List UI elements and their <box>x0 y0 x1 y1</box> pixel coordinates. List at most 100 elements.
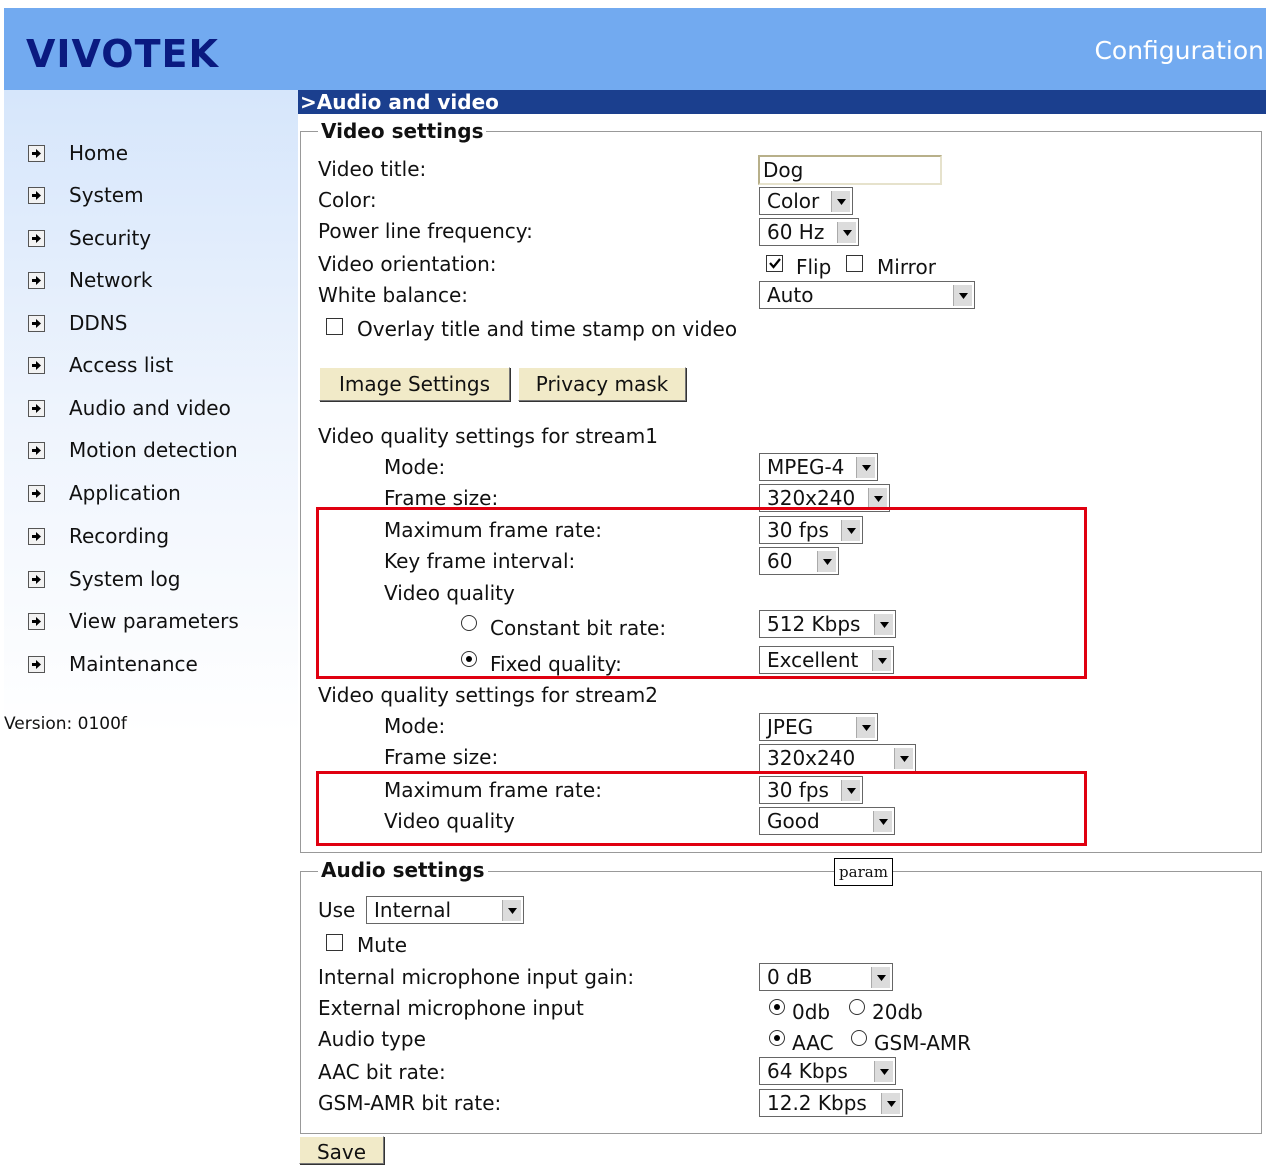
sidebar-item-label: Security <box>69 226 152 250</box>
sidebar-item-label: DDNS <box>69 311 128 335</box>
gsm-bitrate-label: GSM-AMR bit rate: <box>318 1091 502 1115</box>
arrow-right-icon <box>28 399 45 417</box>
use-select[interactable]: Internal <box>366 896 524 924</box>
sidebar-item-label: Motion detection <box>69 438 238 462</box>
stream2-frame-size-value: 320x240 <box>767 746 856 770</box>
sidebar-item-recording[interactable]: Recording <box>28 519 169 553</box>
white-balance-select-value: Auto <box>767 283 814 307</box>
param-box: param <box>834 858 893 886</box>
sidebar-item-label: Network <box>69 268 153 292</box>
video-title-input[interactable]: Dog <box>758 155 942 185</box>
sidebar-item-view-parameters[interactable]: View parameters <box>28 604 239 638</box>
arrow-right-icon <box>28 570 45 588</box>
ext-mic-20db-radio[interactable] <box>849 999 865 1015</box>
stream1-mode-value: MPEG-4 <box>767 455 845 479</box>
arrow-right-icon <box>28 186 45 204</box>
sidebar-item-application[interactable]: Application <box>28 476 181 510</box>
color-select-value: Color <box>767 189 820 213</box>
ext-mic-20db-label: 20db <box>872 1000 923 1024</box>
chevron-down-icon <box>871 967 890 988</box>
color-select[interactable]: Color <box>759 187 853 215</box>
audio-type-gsm-label: GSM-AMR <box>874 1031 972 1055</box>
flip-label: Flip <box>796 255 832 279</box>
power-line-select[interactable]: 60 Hz <box>759 218 859 246</box>
sidebar-item-maintenance[interactable]: Maintenance <box>28 647 198 681</box>
sidebar-item-network[interactable]: Network <box>28 263 153 297</box>
overlay-checkbox[interactable] <box>326 318 343 335</box>
audio-settings-legend: Audio settings <box>318 858 488 882</box>
arrow-right-icon <box>28 655 45 673</box>
ext-mic-0db-radio[interactable] <box>769 999 785 1015</box>
sidebar-item-label: Maintenance <box>69 652 198 676</box>
privacy-mask-button[interactable]: Privacy mask <box>518 367 686 401</box>
chevron-down-icon <box>874 1061 893 1082</box>
sidebar-item-access-list[interactable]: Access list <box>28 348 173 382</box>
audio-type-aac-label: AAC <box>792 1031 834 1055</box>
sidebar-item-ddns[interactable]: DDNS <box>28 306 127 340</box>
mirror-checkbox[interactable] <box>846 255 863 272</box>
stream1-highlight-box <box>316 507 1087 679</box>
sidebar-item-system-log[interactable]: System log <box>28 562 180 596</box>
sidebar-item-motion-detection[interactable]: Motion detection <box>28 433 238 467</box>
white-balance-select[interactable]: Auto <box>759 281 975 309</box>
stream2-frame-size-select[interactable]: 320x240 <box>759 744 916 772</box>
sidebar-item-label: Home <box>69 141 129 165</box>
arrow-right-icon <box>28 144 45 162</box>
chevron-down-icon <box>868 488 887 509</box>
version-text: Version: 0100f <box>4 714 127 734</box>
power-line-label: Power line frequency: <box>318 219 533 243</box>
arrow-right-icon <box>28 612 45 630</box>
mirror-label: Mirror <box>877 255 936 279</box>
arrow-right-icon <box>28 441 45 459</box>
save-button[interactable]: Save <box>299 1136 384 1164</box>
stream2-mode-value: JPEG <box>767 715 814 739</box>
sidebar-item-security[interactable]: Security <box>28 221 151 255</box>
mic-gain-select[interactable]: 0 dB <box>759 963 893 991</box>
arrow-right-icon <box>28 314 45 332</box>
use-label: Use <box>318 898 356 922</box>
sidebar-item-label: View parameters <box>69 609 239 633</box>
mute-checkbox[interactable] <box>326 934 343 951</box>
arrow-right-icon <box>28 527 45 545</box>
chevron-down-icon <box>837 222 856 243</box>
arrow-right-icon <box>28 271 45 289</box>
gsm-bitrate-select[interactable]: 12.2 Kbps <box>759 1089 903 1117</box>
mic-gain-label: Internal microphone input gain: <box>318 965 635 989</box>
sidebar-item-audio-and-video[interactable]: Audio and video <box>28 391 231 425</box>
chevron-down-icon <box>894 748 913 769</box>
chevron-down-icon <box>953 285 972 306</box>
page-title: Configuration <box>1094 36 1264 65</box>
color-label: Color: <box>318 188 377 212</box>
audio-type-label: Audio type <box>318 1027 426 1051</box>
sidebar-item-system[interactable]: System <box>28 178 144 212</box>
chevron-down-icon <box>856 457 875 478</box>
aac-bitrate-select[interactable]: 64 Kbps <box>759 1057 896 1085</box>
stream1-heading: Video quality settings for stream1 <box>318 424 658 448</box>
sidebar-item-home[interactable]: Home <box>28 136 128 170</box>
chevron-down-icon <box>502 900 521 921</box>
stream2-mode-select[interactable]: JPEG <box>759 713 878 741</box>
stream2-mode-label: Mode: <box>384 714 446 738</box>
white-balance-label: White balance: <box>318 283 468 307</box>
ext-mic-0db-label: 0db <box>792 1000 831 1024</box>
arrow-right-icon <box>28 484 45 502</box>
chevron-down-icon <box>881 1093 900 1114</box>
power-line-select-value: 60 Hz <box>767 220 825 244</box>
image-settings-button[interactable]: Image Settings <box>319 367 510 401</box>
sidebar-item-label: Application <box>69 481 181 505</box>
video-title-label: Video title: <box>318 157 427 181</box>
aac-bitrate-label: AAC bit rate: <box>318 1060 446 1084</box>
video-orientation-label: Video orientation: <box>318 252 497 276</box>
stream1-mode-select[interactable]: MPEG-4 <box>759 453 878 481</box>
flip-checkbox[interactable] <box>766 255 783 272</box>
sidebar-item-label: System <box>69 183 144 207</box>
sidebar-item-label: Audio and video <box>69 396 231 420</box>
audio-type-gsm-radio[interactable] <box>851 1030 867 1046</box>
audio-type-aac-radio[interactable] <box>769 1030 785 1046</box>
logo-text: VIVOTEK <box>26 32 219 76</box>
header-banner: VIVOTEK Configuration <box>4 8 1266 90</box>
chevron-down-icon <box>831 191 850 212</box>
check-icon <box>768 258 781 269</box>
ext-mic-label: External microphone input <box>318 996 584 1020</box>
gsm-bitrate-value: 12.2 Kbps <box>767 1091 867 1115</box>
